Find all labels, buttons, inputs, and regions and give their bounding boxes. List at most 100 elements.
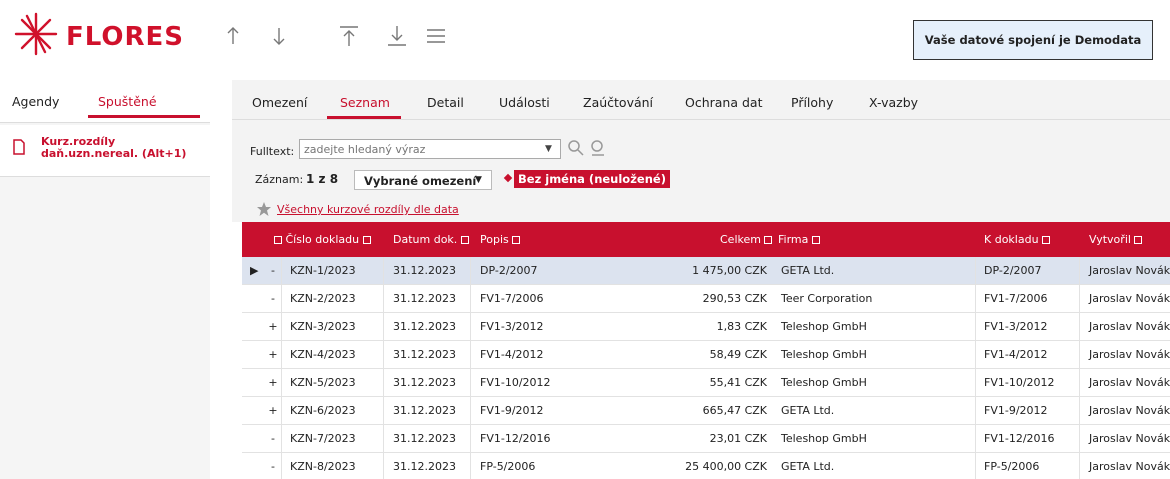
tab-x-vazby[interactable]: X-vazby <box>869 95 918 110</box>
current-row-marker-icon: ▶ <box>250 264 259 277</box>
chevron-down-icon[interactable]: ▼ <box>545 144 552 154</box>
cell-k-dokladu: FP-5/2006 <box>976 453 1080 479</box>
arrow-down-icon[interactable] <box>268 24 290 48</box>
table-row[interactable]: - KZN-8/2023 31.12.2023 FP-5/2006 25 400… <box>242 453 1170 479</box>
cell-datum: 31.12.2023 <box>384 285 471 313</box>
top-bar: FLORES Vaše datové spojení je Demodata <box>0 0 1170 80</box>
svg-text:FLORES: FLORES <box>66 22 184 52</box>
table-row[interactable]: - KZN-2/2023 31.12.2023 FV1-7/2006 290,5… <box>242 285 1170 313</box>
fulltext-label: Fulltext: <box>250 145 295 158</box>
cell-sign: - <box>265 425 282 453</box>
cell-cislo: KZN-5/2023 <box>282 369 384 397</box>
column-header-datum[interactable]: Datum dok. <box>393 233 469 246</box>
splitter[interactable] <box>210 80 232 479</box>
cell-sign: + <box>265 341 282 369</box>
cell-celkem: 1 475,00 CZK <box>692 264 767 277</box>
tab-detail[interactable]: Detail <box>427 95 464 110</box>
connection-info[interactable]: Vaše datové spojení je Demodata <box>913 20 1153 60</box>
cell-datum: 31.12.2023 <box>384 341 471 369</box>
divider <box>0 122 210 123</box>
cell-k-dokladu: FV1-4/2012 <box>976 341 1080 369</box>
cell-datum: 31.12.2023 <box>384 397 471 425</box>
fulltext-input[interactable] <box>299 139 561 159</box>
tab-agendy[interactable]: Agendy <box>12 94 59 109</box>
active-tab-indicator <box>327 116 401 119</box>
table-row[interactable]: + KZN-3/2023 31.12.2023 FV1-3/2012 1,83 … <box>242 313 1170 341</box>
menu-icon[interactable] <box>425 24 447 48</box>
advanced-search-icon[interactable] <box>589 139 607 157</box>
column-header-celkem[interactable]: Celkem <box>720 233 773 246</box>
cell-firma: GETA Ltd. <box>773 453 976 479</box>
cell-firma: Teleshop GmbH <box>773 369 976 397</box>
cell-firma: GETA Ltd. <box>773 257 976 285</box>
cell-k-dokladu: FV1-12/2016 <box>976 425 1080 453</box>
cell-k-dokladu: FV1-3/2012 <box>976 313 1080 341</box>
search-icon[interactable] <box>567 139 585 157</box>
tab-prilohy[interactable]: Přílohy <box>791 95 833 110</box>
column-header-k-dokladu[interactable]: K dokladu <box>984 233 1051 246</box>
cell-cislo: KZN-4/2023 <box>282 341 384 369</box>
cell-celkem: 55,41 CZK <box>709 376 767 389</box>
table-header: Číslo dokladu Datum dok. Popis Celkem Fi… <box>242 222 1170 257</box>
table-row[interactable]: ▶ - KZN-1/2023 31.12.2023 DP-2/2007 1 47… <box>242 257 1170 285</box>
cell-celkem: 23,01 CZK <box>709 432 767 445</box>
arrow-to-bottom-icon[interactable] <box>386 24 408 48</box>
column-header-cislo[interactable]: Číslo dokladu <box>274 233 371 246</box>
table-row[interactable]: + KZN-6/2023 31.12.2023 FV1-9/2012 665,4… <box>242 397 1170 425</box>
cell-cislo: KZN-8/2023 <box>282 453 384 479</box>
cell-popis: FV1-12/2016 <box>480 432 551 445</box>
cell-popis: FV1-3/2012 <box>480 320 544 333</box>
column-header-firma[interactable]: Firma <box>778 233 820 246</box>
cell-sign: + <box>265 369 282 397</box>
cell-cislo: KZN-2/2023 <box>282 285 384 313</box>
running-agenda-item[interactable]: Kurz.rozdíly daň.uzn.nereal. (Alt+1) <box>0 125 210 177</box>
tab-ochrana-dat[interactable]: Ochrana dat <box>685 95 762 110</box>
cell-k-dokladu: FV1-9/2012 <box>976 397 1080 425</box>
checkbox-icon <box>274 236 282 244</box>
tab-spustene[interactable]: Spuštěné <box>98 94 157 109</box>
main-tabs: Omezení Seznam Detail Události Zaúčtován… <box>232 80 1170 120</box>
cell-sign: - <box>265 257 282 285</box>
cell-datum: 31.12.2023 <box>384 313 471 341</box>
tab-seznam[interactable]: Seznam <box>340 95 390 110</box>
checkbox-icon <box>1134 236 1143 244</box>
arrow-up-icon[interactable] <box>222 24 244 48</box>
restriction-select[interactable]: Vybrané omezení ▼ <box>354 170 492 190</box>
cell-celkem: 290,53 CZK <box>702 292 767 305</box>
record-label: Záznam: <box>255 173 304 186</box>
table-row[interactable]: - KZN-7/2023 31.12.2023 FV1-12/2016 23,0… <box>242 425 1170 453</box>
cell-vytvoril: Jaroslav Novák <box>1089 376 1170 389</box>
tab-omezeni[interactable]: Omezení <box>252 95 307 110</box>
running-agenda-label: Kurz.rozdíly daň.uzn.nereal. (Alt+1) <box>41 136 186 160</box>
cell-vytvoril: Jaroslav Novák <box>1089 292 1170 305</box>
cell-datum: 31.12.2023 <box>384 257 471 285</box>
cell-popis: DP-2/2007 <box>480 264 538 277</box>
cell-cislo: KZN-1/2023 <box>282 257 384 285</box>
record-counter: 1 z 8 <box>306 172 339 186</box>
cell-firma: GETA Ltd. <box>773 397 976 425</box>
cell-firma: Teleshop GmbH <box>773 313 976 341</box>
table-row[interactable]: + KZN-4/2023 31.12.2023 FV1-4/2012 58,49… <box>242 341 1170 369</box>
main-area: Omezení Seznam Detail Události Zaúčtován… <box>232 80 1170 479</box>
saved-filter-link[interactable]: Všechny kurzové rozdíly dle data <box>277 203 459 216</box>
cell-vytvoril: Jaroslav Novák <box>1089 264 1170 277</box>
checkbox-icon <box>362 236 371 244</box>
cell-sign: + <box>265 313 282 341</box>
column-header-popis[interactable]: Popis <box>480 233 521 246</box>
star-icon[interactable] <box>256 201 272 217</box>
table-row[interactable]: + KZN-5/2023 31.12.2023 FV1-10/2012 55,4… <box>242 369 1170 397</box>
cell-datum: 31.12.2023 <box>384 453 471 479</box>
column-header-vytvoril[interactable]: Vytvořil <box>1089 233 1143 246</box>
tab-udalosti[interactable]: Události <box>499 95 550 110</box>
running-agenda-line2: daň.uzn.nereal. (Alt+1) <box>41 147 187 160</box>
arrow-to-top-icon[interactable] <box>338 24 360 48</box>
cell-sign: + <box>265 397 282 425</box>
checkbox-icon <box>1042 236 1051 244</box>
records-table: Číslo dokladu Datum dok. Popis Celkem Fi… <box>242 222 1170 479</box>
cell-popis: FV1-4/2012 <box>480 348 544 361</box>
cell-popis: FP-5/2006 <box>480 460 536 473</box>
tab-zauctovani[interactable]: Zaúčtování <box>583 95 653 110</box>
cell-sign: - <box>265 453 282 479</box>
chevron-down-icon: ▼ <box>475 175 482 185</box>
cell-popis: FV1-9/2012 <box>480 404 544 417</box>
